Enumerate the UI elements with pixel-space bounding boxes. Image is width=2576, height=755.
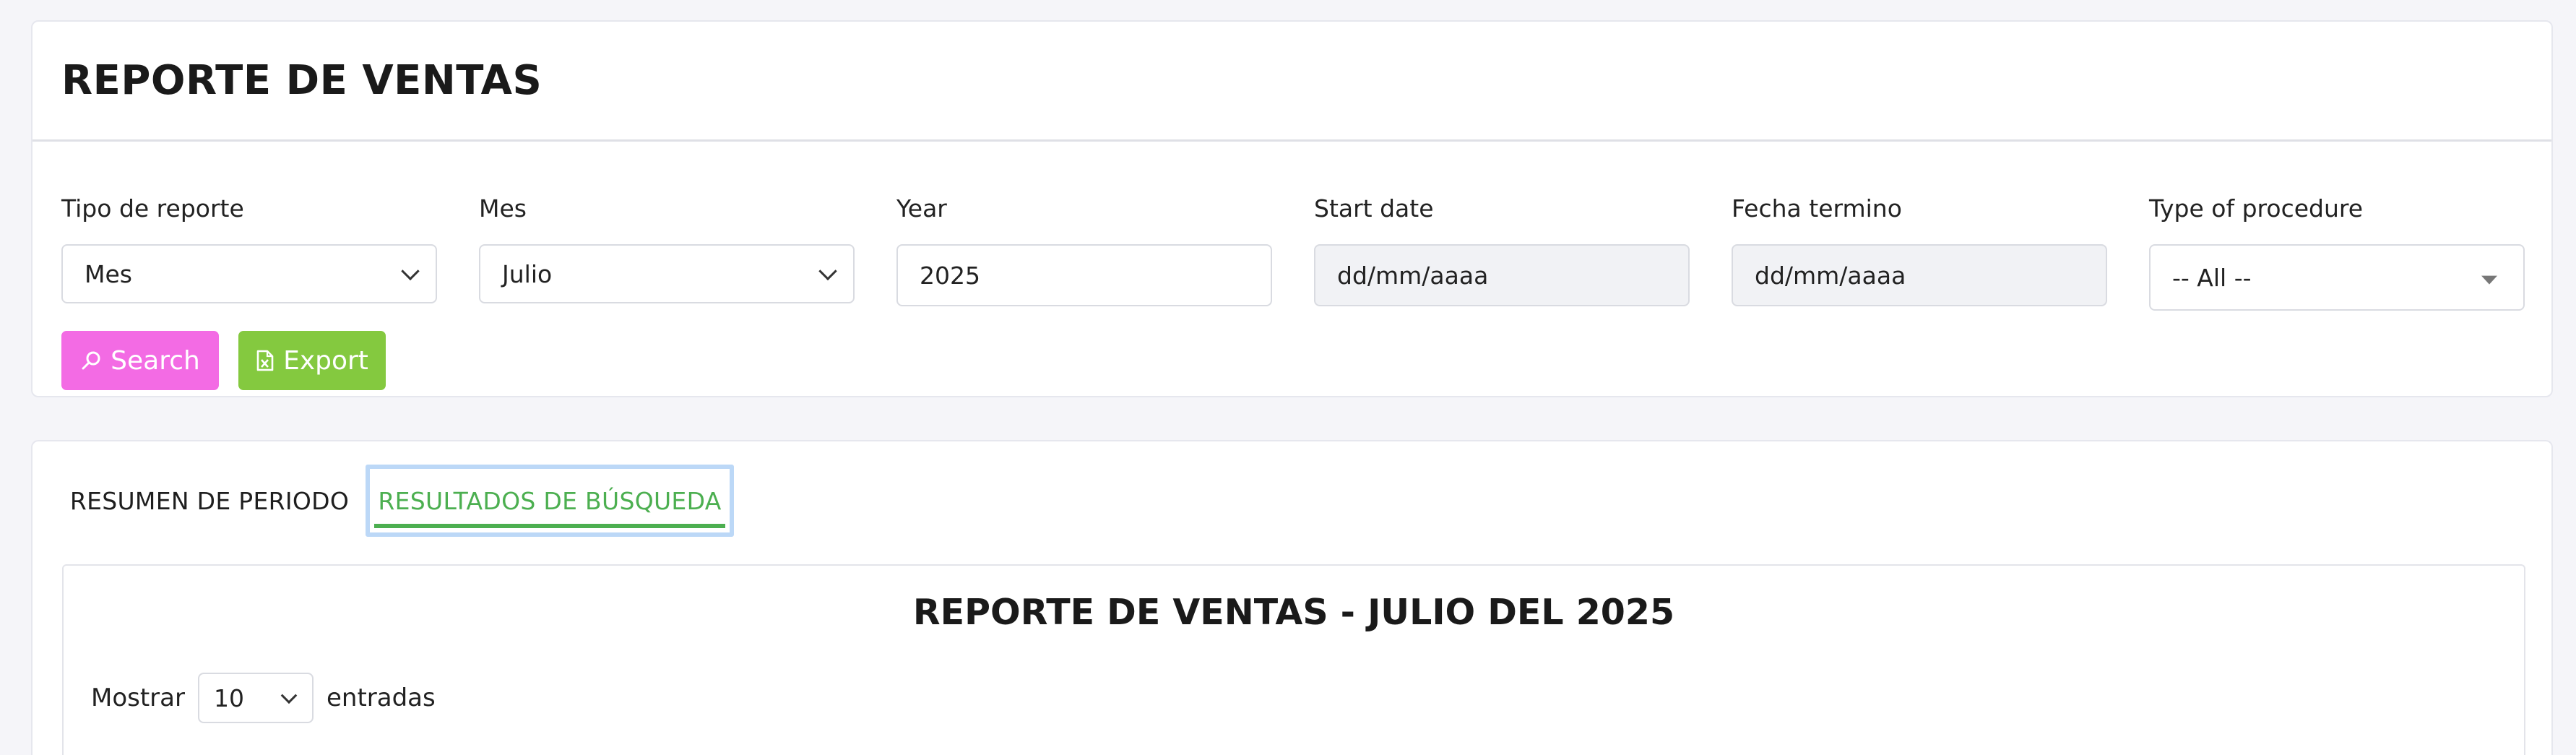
procedure-field: Type of procedure -- All -- [2149,192,2525,311]
start-date-label: Start date [1314,194,1434,223]
month-label: Mes [479,194,527,223]
procedure-label: Type of procedure [2149,194,2364,223]
report-panel: REPORTE DE VENTAS - JULIO DEL 2025 Mostr… [62,564,2525,755]
search-icon [82,351,100,370]
chevron-down-icon [818,262,837,281]
end-date-input[interactable]: dd/mm/aaaa [1732,244,2107,306]
report-type-field: Tipo de reporte Mes [61,192,437,303]
tab-label: RESULTADOS DE BÚSQUEDA [378,486,722,515]
report-title: REPORTE DE VENTAS - JULIO DEL 2025 [912,592,1675,633]
page-length-control: Mostrar 10 entradas [91,673,436,723]
start-date-input[interactable]: dd/mm/aaaa [1314,244,1690,306]
page-length-select[interactable]: 10 [197,673,314,723]
year-input[interactable]: 2025 [896,244,1272,306]
month-value: Julio [502,259,553,288]
year-label: Year [896,194,947,223]
year-value: 2025 [920,261,980,290]
month-field: Mes Julio [479,192,855,303]
caret-down-icon [2481,275,2497,285]
length-suffix: entradas [326,683,436,712]
active-tab-indicator [374,524,725,528]
start-date-value: dd/mm/aaaa [1337,261,1489,290]
page-length-value: 10 [213,683,244,712]
tab-resumen-periodo[interactable]: RESUMEN DE PERIODO [61,465,358,537]
start-date-field: Start date dd/mm/aaaa [1314,192,1690,306]
chevron-down-icon [280,687,298,704]
card-header: REPORTE DE VENTAS [33,22,2551,142]
tab-resultados-busqueda[interactable]: RESULTADOS DE BÚSQUEDA [366,465,734,537]
year-field: Year 2025 [896,192,1272,306]
tab-label: RESUMEN DE PERIODO [69,486,350,515]
file-excel-icon [256,350,274,371]
report-type-select[interactable]: Mes [61,244,437,303]
chevron-down-icon [401,262,420,281]
export-button[interactable]: Export [238,331,386,390]
report-type-value: Mes [85,259,132,288]
end-date-field: Fecha termino dd/mm/aaaa [1732,192,2107,306]
filter-card: REPORTE DE VENTAS Tipo de reporte Mes Me… [31,20,2553,397]
month-select[interactable]: Julio [479,244,855,303]
search-button-label: Search [111,345,200,376]
search-button[interactable]: Search [61,331,219,390]
results-card: RESUMEN DE PERIODO RESULTADOS DE BÚSQUED… [31,440,2553,755]
end-date-value: dd/mm/aaaa [1755,261,1906,290]
report-type-label: Tipo de reporte [61,194,244,223]
page-title: REPORTE DE VENTAS [61,57,543,104]
length-prefix: Mostrar [91,683,185,712]
procedure-select[interactable]: -- All -- [2149,244,2525,311]
export-button-label: Export [283,345,368,376]
procedure-value: -- All -- [2172,263,2252,292]
end-date-label: Fecha termino [1732,194,1902,223]
